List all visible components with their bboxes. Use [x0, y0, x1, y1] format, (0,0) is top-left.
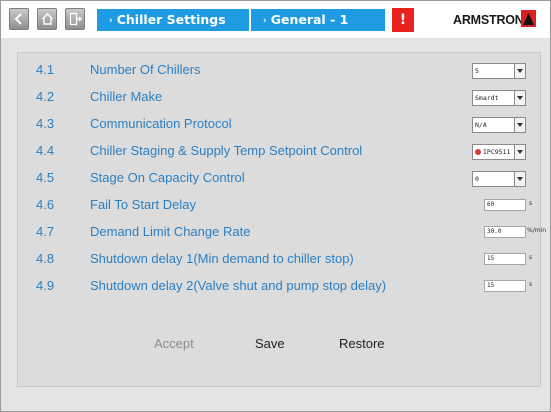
accept-button[interactable]: Accept: [154, 336, 194, 351]
setting-number: 4.6: [36, 197, 55, 212]
setting-row-shutdown-delay-2: 4.9 Shutdown delay 2(Valve shut and pump…: [18, 278, 540, 298]
alarm-button[interactable]: !: [392, 8, 414, 32]
setting-row-demand-limit-change-rate: 4.7 Demand Limit Change Rate 30.0 %/min: [18, 224, 546, 244]
setting-number: 4.4: [36, 143, 55, 158]
setting-label: Shutdown delay 2(Valve shut and pump sto…: [90, 278, 387, 293]
armstrong-logo-mark-icon: [521, 10, 536, 27]
setting-label: Stage On Capacity Control: [90, 170, 245, 185]
setting-row-chiller-make: 4.2 Chiller Make Smardt: [18, 89, 540, 109]
demand-limit-change-rate-input[interactable]: 30.0: [484, 226, 526, 238]
shutdown-delay-2-input[interactable]: 15: [484, 280, 526, 292]
setting-row-number-of-chillers: 4.1 Number Of Chillers 5: [18, 62, 540, 82]
setting-number: 4.3: [36, 116, 55, 131]
chevron-down-icon[interactable]: [514, 172, 525, 186]
unit-label: s: [529, 254, 533, 261]
shutdown-delay-1-input[interactable]: 15: [484, 253, 526, 265]
save-button[interactable]: Save: [255, 336, 285, 351]
select-value: Smardt: [475, 94, 499, 102]
setting-label: Chiller Make: [90, 89, 163, 104]
select-value: N/A: [475, 121, 487, 129]
setting-number: 4.1: [36, 62, 55, 77]
logout-button[interactable]: [65, 8, 85, 30]
setting-row-fail-to-start-delay: 4.6 Fail To Start Delay 60 s: [18, 197, 540, 217]
staging-control-select[interactable]: IPC9511: [472, 144, 526, 160]
stage-on-capacity-select[interactable]: 0: [472, 171, 526, 187]
setting-row-shutdown-delay-1: 4.8 Shutdown delay 1(Min demand to chill…: [18, 251, 540, 271]
home-icon: [42, 13, 53, 25]
select-value: IPC9511: [483, 148, 511, 156]
breadcrumb-chiller-settings[interactable]: › Chiller Settings: [97, 9, 249, 31]
setting-number: 4.8: [36, 251, 55, 266]
chevron-down-icon[interactable]: [514, 91, 525, 105]
app-window: › Chiller Settings › General - 1 ! ARMSTRO…: [0, 0, 551, 412]
setting-label: Demand Limit Change Rate: [90, 224, 251, 239]
fail-to-start-delay-input[interactable]: 60: [484, 199, 526, 211]
setting-number: 4.5: [36, 170, 55, 185]
back-arrow-icon: [14, 13, 22, 25]
chevron-down-icon[interactable]: [514, 145, 525, 159]
setting-label: Number Of Chillers: [90, 62, 201, 77]
breadcrumb-general[interactable]: › General - 1: [251, 9, 385, 31]
setting-row-stage-on-capacity: 4.5 Stage On Capacity Control 0: [18, 170, 540, 190]
setting-number: 4.7: [36, 224, 55, 239]
breadcrumb-label: Chiller Settings: [116, 12, 226, 27]
setting-number: 4.9: [36, 278, 55, 293]
setting-number: 4.2: [36, 89, 55, 104]
setting-label: Chiller Staging & Supply Temp Setpoint C…: [90, 143, 363, 158]
unit-label: %/min: [527, 227, 547, 234]
setting-row-staging-control: 4.4 Chiller Staging & Supply Temp Setpoi…: [18, 143, 540, 163]
top-toolbar: › Chiller Settings › General - 1 ! ARMSTRO…: [1, 1, 550, 38]
setting-label: Shutdown delay 1(Min demand to chiller s…: [90, 251, 354, 266]
chevron-down-icon[interactable]: [514, 118, 525, 132]
home-button[interactable]: [37, 8, 57, 30]
controller-icon: [475, 149, 481, 155]
exit-door-icon: [69, 12, 82, 26]
communication-protocol-select[interactable]: N/A: [472, 117, 526, 133]
back-button[interactable]: [9, 8, 29, 30]
unit-label: s: [529, 281, 533, 288]
breadcrumb-arrow-icon: ›: [263, 16, 267, 26]
select-value: 5: [475, 67, 479, 75]
setting-row-communication-protocol: 4.3 Communication Protocol N/A: [18, 116, 540, 136]
number-of-chillers-select[interactable]: 5: [472, 63, 526, 79]
setting-label: Communication Protocol: [90, 116, 232, 131]
breadcrumb-arrow-icon: ›: [109, 16, 113, 26]
chevron-down-icon[interactable]: [514, 64, 525, 78]
chiller-make-select[interactable]: Smardt: [472, 90, 526, 106]
setting-label: Fail To Start Delay: [90, 197, 196, 212]
breadcrumb-label: General - 1: [270, 12, 349, 27]
unit-label: s: [529, 200, 533, 207]
restore-button[interactable]: Restore: [339, 336, 385, 351]
select-value: 0: [475, 175, 479, 183]
